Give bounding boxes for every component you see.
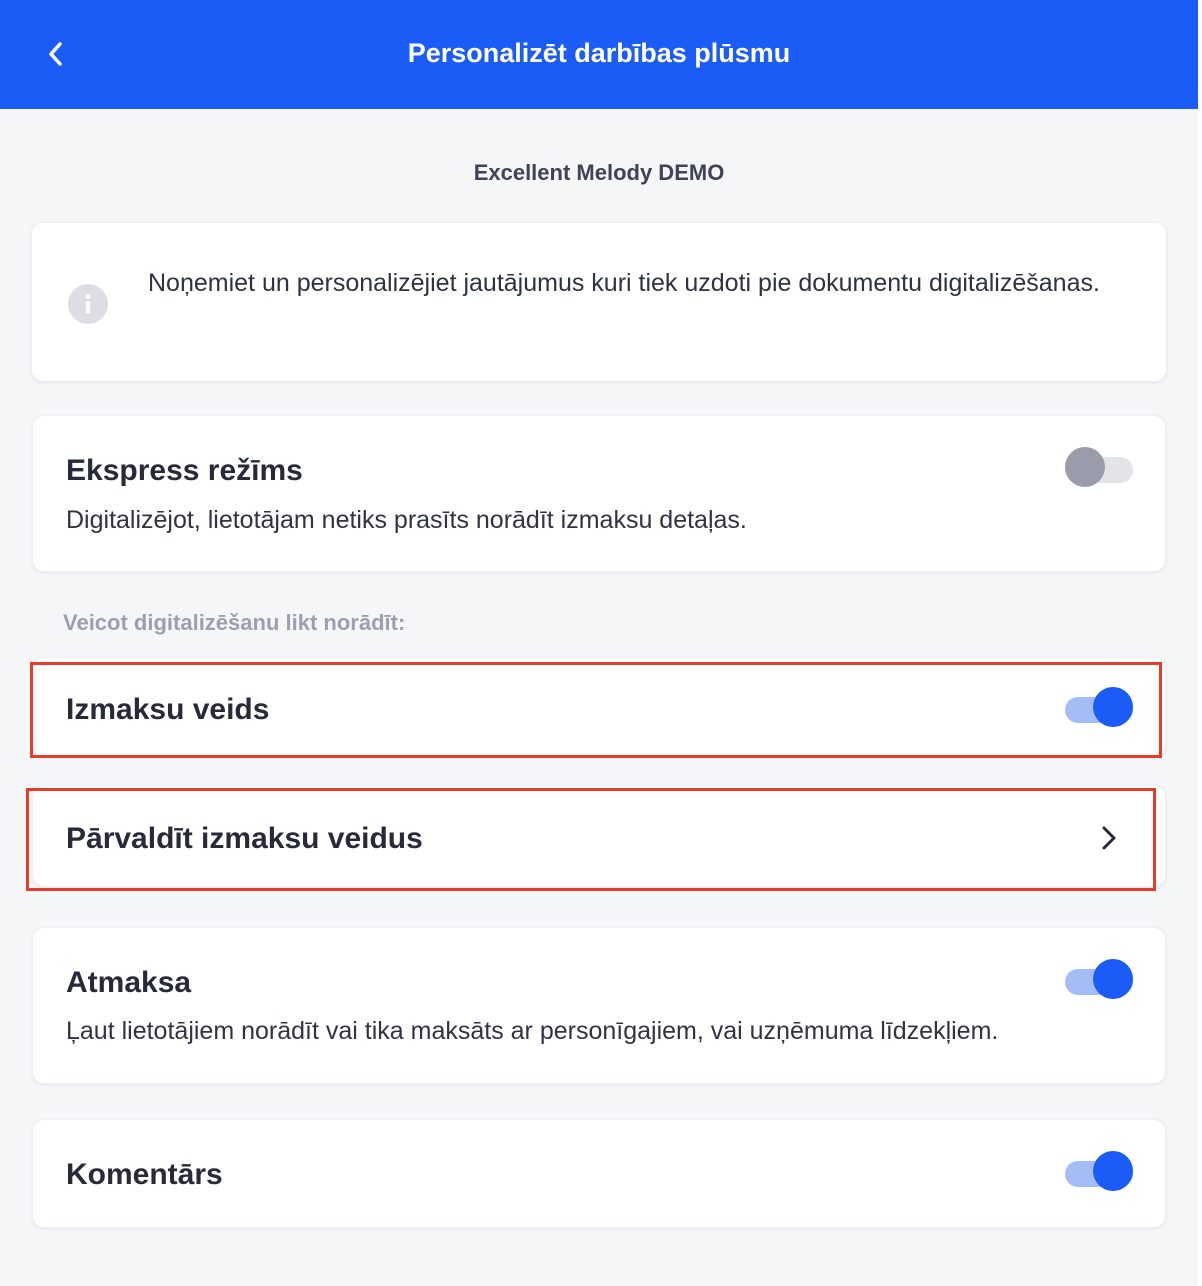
comment-title: Komentārs <box>66 1158 223 1191</box>
page-title: Personalizēt darbības plūsmu <box>407 38 791 68</box>
manage-expense-types-row[interactable]: Pārvaldīt izmaksu veidus <box>32 785 1166 887</box>
toggle-knob <box>1093 959 1133 999</box>
comment-card: Komentārs <box>32 1119 1166 1228</box>
refund-card: Atmaksa Ļaut lietotājiem norādīt vai tik… <box>32 927 1166 1084</box>
expense-type-title: Izmaksu veids <box>66 693 270 726</box>
toggle-knob <box>1065 447 1105 487</box>
top-app-bar: Personalizēt darbības plūsmu <box>0 0 1198 109</box>
info-text: Noņemiet un personalizējiet jautājumus k… <box>148 269 1100 297</box>
express-mode-description: Digitalizējot, lietotājam netiks prasīts… <box>66 506 747 534</box>
expense-type-toggle[interactable] <box>1065 687 1133 727</box>
comment-toggle[interactable] <box>1065 1151 1133 1191</box>
toggle-knob <box>1093 1151 1133 1191</box>
info-icon <box>68 284 108 324</box>
chevron-right-icon <box>1102 826 1116 850</box>
express-mode-card: Ekspress režīms Digitalizējot, lietotāja… <box>32 415 1166 572</box>
refund-title: Atmaksa <box>66 966 192 999</box>
express-mode-toggle[interactable] <box>1065 447 1133 487</box>
manage-expense-types-title: Pārvaldīt izmaksu veidus <box>66 822 423 855</box>
toggle-knob <box>1093 687 1133 727</box>
company-name: Excellent Melody DEMO <box>473 160 725 185</box>
expense-type-row: Izmaksu veids <box>32 657 1166 757</box>
refund-description: Ļaut lietotājiem norādīt vai tika maksāt… <box>66 1017 999 1045</box>
section-label: Veicot digitalizēšanu likt norādīt: <box>63 610 406 635</box>
info-card: Noņemiet un personalizējiet jautājumus k… <box>31 222 1167 382</box>
window-edge <box>1198 0 1202 1286</box>
express-mode-title: Ekspress režīms <box>66 454 303 487</box>
refund-toggle[interactable] <box>1065 959 1133 999</box>
